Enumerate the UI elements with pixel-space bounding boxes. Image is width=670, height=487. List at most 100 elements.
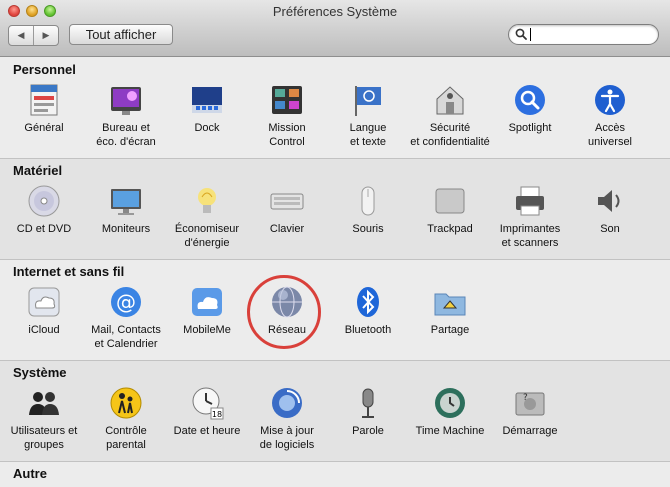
pane-energy-bulb[interactable]: Économiseur d'énergie (167, 183, 247, 250)
pane-label: Démarrage (502, 425, 558, 437)
system-preferences-window: Préférences Système ◀ ▶ Tout afficher Pe… (0, 0, 670, 487)
trackpad-icon (435, 188, 465, 214)
pane-label: Spotlight (508, 122, 552, 134)
section-divider (0, 259, 670, 260)
mobileme-cloud-icon (192, 288, 222, 316)
pane-bluetooth[interactable]: Bluetooth (328, 284, 408, 337)
pane-desktop-screensaver[interactable]: Bureau et éco. d'écran (86, 82, 166, 149)
back-button[interactable]: ◀ (9, 26, 33, 45)
pane-label: Parole (352, 425, 384, 437)
forward-arrow-icon: ▶ (42, 30, 50, 40)
pane-software-update[interactable]: Mise à jour de logiciels (247, 385, 327, 452)
pane-label: Imprimantes et scanners (499, 223, 561, 249)
pane-label: Mission Control (268, 122, 306, 148)
pane-keyboard[interactable]: Clavier (247, 183, 327, 236)
energy-bulb-icon (198, 188, 216, 213)
section-système: Système Utilisateurs et groupes Contrôle p… (0, 360, 670, 461)
highlight-circle-annotation (247, 275, 321, 349)
pane-label: Son (600, 223, 620, 235)
pane-startup-disk[interactable]: ? Démarrage (490, 385, 570, 438)
mail-at-icon: @ (111, 287, 141, 317)
parental-controls-icon (110, 387, 142, 419)
keyboard-icon (270, 193, 304, 210)
pane-label: Langue et texte (349, 122, 387, 148)
pane-label: Bluetooth (344, 324, 392, 336)
pane-general[interactable]: Général (4, 82, 84, 135)
bluetooth-icon (357, 287, 379, 317)
startup-disk-icon: ? (515, 392, 545, 416)
pane-icloud[interactable]: iCloud (4, 284, 84, 337)
pane-language-flag[interactable]: Langue et texte (328, 82, 408, 149)
security-house-icon (436, 86, 464, 115)
pane-spotlight-magnifier[interactable]: Spotlight (490, 82, 570, 135)
pane-cd-dvd[interactable]: CD et DVD (4, 183, 84, 236)
pane-parental-controls[interactable]: Contrôle parental (86, 385, 166, 452)
search-field[interactable] (508, 24, 659, 45)
forward-button[interactable]: ▶ (33, 26, 58, 45)
preferences-panes: Personnel Général Bureau et éco. d'écran Do… (0, 57, 670, 487)
pane-label: CD et DVD (16, 223, 72, 235)
date-time-clock-icon: 18 (192, 387, 224, 420)
search-input[interactable] (530, 27, 650, 42)
pane-label: Bureau et éco. d'écran (96, 122, 156, 148)
section-autre: Autre (0, 461, 670, 487)
users-groups-icon (29, 392, 59, 415)
pane-label: Time Machine (415, 425, 485, 437)
pane-label: Dock (194, 122, 220, 134)
pane-label: Utilisateurs et groupes (10, 425, 78, 451)
language-flag-icon (355, 86, 381, 116)
sharing-folder-icon (434, 293, 466, 316)
section-title: Internet et sans fil (13, 264, 125, 279)
pane-date-time-clock[interactable]: 18 Date et heure (167, 385, 247, 438)
pane-label: Sécurité et confidentialité (410, 122, 490, 148)
pane-label: Clavier (269, 223, 305, 235)
pane-printer[interactable]: Imprimantes et scanners (490, 183, 570, 250)
pane-mail-at[interactable]: @ Mail, Contacts et Calendrier (86, 284, 166, 351)
cd-dvd-icon (28, 185, 60, 217)
pane-security-house[interactable]: Sécurité et confidentialité (410, 82, 490, 149)
section-title: Système (13, 365, 67, 380)
pane-users-groups[interactable]: Utilisateurs et groupes (4, 385, 84, 452)
pane-label: Moniteurs (101, 223, 151, 235)
search-icon (515, 28, 527, 40)
section-divider (0, 360, 670, 361)
mission-control-icon (272, 86, 302, 114)
pane-time-machine[interactable]: Time Machine (410, 385, 490, 438)
pane-display-monitor[interactable]: Moniteurs (86, 183, 166, 236)
section-divider (0, 461, 670, 462)
section-matériel: Matériel CD et DVD Moniteurs Économiseur d'… (0, 158, 670, 259)
general-icon (30, 84, 58, 116)
pane-label: Mise à jour de logiciels (259, 425, 315, 451)
pane-speech-mic[interactable]: Parole (328, 385, 408, 438)
pane-mobileme-cloud[interactable]: MobileMe (167, 284, 247, 337)
pane-label: Accès universel (587, 122, 633, 148)
mouse-icon (361, 186, 375, 216)
pane-sharing-folder[interactable]: Partage (410, 284, 490, 337)
section-title: Matériel (13, 163, 63, 178)
svg-text:18: 18 (212, 410, 222, 419)
section-personnel: Personnel Général Bureau et éco. d'écran Do… (0, 57, 670, 158)
pane-accessibility[interactable]: Accès universel (570, 82, 650, 149)
speech-mic-icon (362, 388, 374, 418)
section-title: Autre (13, 466, 47, 481)
pane-label: Économiseur d'énergie (174, 223, 240, 249)
section-divider (0, 158, 670, 159)
pane-mouse[interactable]: Souris (328, 183, 408, 236)
pane-label: Partage (430, 324, 470, 336)
icloud-icon (28, 287, 60, 317)
show-all-button[interactable]: Tout afficher (69, 24, 173, 45)
pane-dock[interactable]: Dock (167, 82, 247, 135)
window-title: Préférences Système (272, 4, 398, 19)
svg-text:?: ? (523, 393, 528, 403)
speaker-icon (598, 190, 620, 212)
pane-mission-control[interactable]: Mission Control (247, 82, 327, 149)
back-forward-control: ◀ ▶ (8, 25, 59, 46)
text-caret (530, 28, 531, 41)
pane-speaker[interactable]: Son (570, 183, 650, 236)
pane-label: Date et heure (173, 425, 241, 437)
pane-label: iCloud (28, 324, 60, 336)
pane-trackpad[interactable]: Trackpad (410, 183, 490, 236)
pane-label: MobileMe (183, 324, 231, 336)
software-update-icon (272, 388, 302, 418)
time-machine-icon (435, 388, 465, 418)
